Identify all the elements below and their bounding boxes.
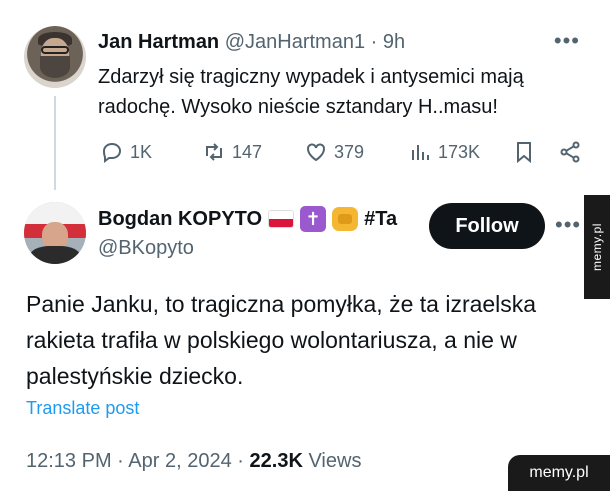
views-button[interactable]: 173K (408, 140, 480, 164)
author-name[interactable]: Jan Hartman (98, 31, 219, 53)
follow-button[interactable]: Follow (429, 203, 545, 249)
thread-line (54, 96, 56, 190)
views-label: Views (308, 450, 362, 472)
analytics-icon (412, 145, 429, 160)
repost-icon (206, 143, 222, 161)
views-count: 22.3K (249, 450, 303, 472)
post-time[interactable]: 12:13 PM (26, 450, 112, 472)
bookmark-button[interactable] (512, 140, 536, 164)
more-options-icon[interactable]: ••• (555, 212, 581, 238)
reply-button[interactable]: 1K (100, 140, 152, 164)
avatar-jan-hartman[interactable] (24, 26, 86, 88)
first-tweet-header: Jan Hartman @JanHartman1 · 9h (98, 30, 405, 54)
repost-count: 147 (232, 141, 263, 162)
views-count-first: 173K (438, 141, 481, 162)
action-bar: 1K 147 379 173K (98, 140, 588, 168)
author-handle[interactable]: @JanHartman1 (225, 31, 365, 53)
reply-count: 1K (130, 141, 153, 162)
meta-separator: · (237, 450, 244, 472)
poland-flag-icon (268, 210, 295, 228)
author-name[interactable]: Bogdan KOPYTO (98, 207, 262, 231)
share-button[interactable] (558, 140, 582, 164)
second-author-name-row: Bogdan KOPYTO ✝ #Ta (98, 206, 397, 232)
bookmark-icon (517, 142, 531, 164)
meta-separator: · (117, 450, 124, 472)
name-suffix: #Ta (364, 208, 398, 230)
watermark-corner: memy.pl (508, 455, 610, 491)
heart-icon (307, 143, 325, 162)
latin-cross-icon: ✝ (300, 206, 327, 232)
repost-button[interactable]: 147 (202, 140, 262, 164)
share-icon (560, 141, 580, 163)
fist-icon (332, 207, 359, 231)
avatar-bogdan-kopyto[interactable] (24, 202, 86, 264)
first-tweet: Jan Hartman @JanHartman1 · 9h ••• Zdarzy… (0, 0, 610, 190)
like-button[interactable]: 379 (304, 140, 364, 164)
reply-icon (102, 142, 122, 163)
author-handle[interactable]: @BKopyto (98, 236, 194, 260)
first-tweet-text: Zdarzył się tragiczny wypadek i antysemi… (98, 66, 524, 118)
translate-post-link[interactable]: Translate post (26, 398, 139, 419)
like-count: 379 (334, 141, 365, 162)
post-time[interactable]: 9h (383, 31, 405, 53)
header-separator: · (370, 31, 378, 53)
more-options-icon[interactable]: ••• (554, 28, 580, 54)
second-tweet-text: Panie Janku, to tragiczna pomyłka, że ta… (26, 291, 537, 389)
post-date[interactable]: Apr 2, 2024 (128, 450, 231, 472)
post-meta: 12:13 PM · Apr 2, 2024 · 22.3K Views (26, 450, 361, 473)
watermark-side: memy.pl (584, 195, 610, 299)
